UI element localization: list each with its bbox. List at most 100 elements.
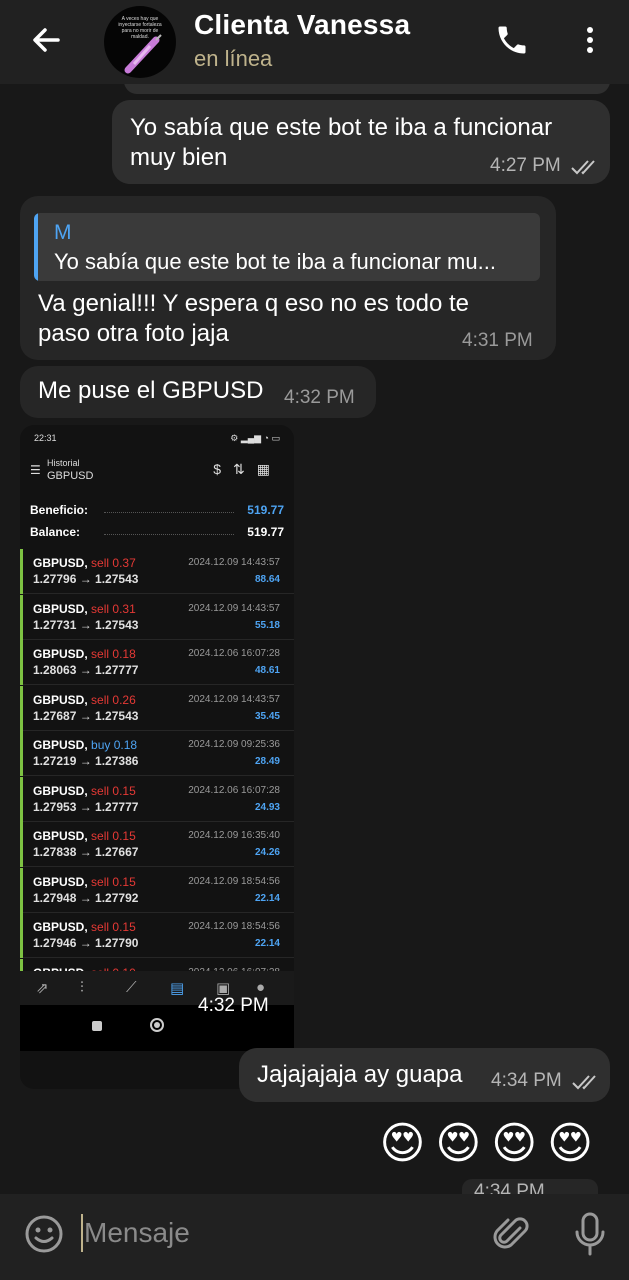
trade-volume: 0.15 [112,783,136,798]
summary-beneficio: Beneficio: 519.77 [30,503,284,521]
reply-quote-author: M [54,221,72,244]
attach-icon[interactable] [492,1214,532,1254]
message-bubble-outgoing[interactable]: Yo sabía que este bot te iba a funcionar… [112,100,610,184]
trade-bar [20,867,23,913]
emoji-message[interactable]: 😍😍😍😍 [380,1118,603,1170]
message-bubble-partial [124,84,610,94]
image-message[interactable]: 22:31 ⚙ ▂▄▆ ◔ ▭ ☰ Historial GBPUSD $⇅▦ B… [20,425,294,1089]
trade-side: sell [91,692,110,707]
trade-list: GBPUSD, sell 0.37 1.27796 → 1.27543 2024.1… [20,549,294,971]
trade-side: buy [91,738,111,752]
trade-volume: 0.18 [113,738,138,752]
trade-prices: 1.27796 → 1.27543 [33,572,139,586]
trade-volume: 0.18 [112,647,136,661]
message-bubble-incoming[interactable]: Me puse el GBPUSD 4:32 PM [20,366,376,418]
chat-area[interactable]: Yo sabía que este bot te iba a funcionar… [0,84,629,1194]
emoji-message-meta: 4:34 PM [462,1179,598,1194]
trade-row: GBPUSD, sell 0.15 1.27946 → 1.27790 2024.1… [20,913,294,958]
trade-bar [20,913,23,958]
trade-bar [20,685,23,731]
text-cursor [81,1214,83,1252]
trade-symbol-text: GBPUSD, [33,738,88,752]
double-check-icon [572,1075,596,1090]
trade-row: GBPUSD, sell 0.102024.12.06 16:07:28 [20,958,294,971]
trade-profit: 35.45 [254,710,280,722]
message-time: 4:27 PM [490,155,561,176]
trade-row: GBPUSD, sell 0.15 1.27838 → 1.27667 2024.1… [20,822,294,867]
trade-volume: 0.15 [112,874,136,889]
chat-header: A veces hay que inyectarse fortaleza par… [0,0,629,84]
summary-value: 519.77 [247,525,284,539]
trade-date: 2024.12.06 16:07:28 [188,784,280,796]
summary-value: 519.77 [247,503,284,517]
trade-row: GBPUSD, sell 0.15 1.27948 → 1.27792 2024.1… [20,867,294,913]
trade-symbol: GBPUSD, buy 0.18 [33,738,137,752]
trade-symbol: GBPUSD, sell 0.26 [33,693,136,707]
message-time: 4:31 PM [462,330,533,351]
trade-date: 2024.12.09 14:43:57 [188,602,280,614]
trade-prices: 1.27948 → 1.27792 [33,890,139,905]
mic-icon[interactable] [572,1210,608,1258]
screenshot-subtitle: GBPUSD [47,470,94,482]
more-vert-icon[interactable] [578,22,602,58]
back-arrow-icon[interactable] [28,22,64,58]
trade-symbol: GBPUSD, sell 0.31 [33,602,136,616]
trade-side: sell [91,647,110,661]
trade-profit: 55.18 [254,619,280,631]
trade-symbol-text: GBPUSD, [33,783,88,798]
screenshot-title: Historial [47,458,80,468]
trade-row: GBPUSD, sell 0.18 1.28063 → 1.27777 2024.1… [20,640,294,685]
trade-symbol-text: GBPUSD, [33,601,88,616]
hamburger-icon: ☰ [30,463,41,477]
message-time: 4:32 PM [284,387,355,408]
contact-name[interactable]: Clienta Vanessa [194,9,410,41]
message-time: 4:32 PM [198,995,269,1016]
syringe-illustration [124,34,162,74]
trade-date: 2024.12.09 18:54:56 [188,875,280,887]
emoji-icon[interactable] [24,1214,64,1254]
online-status: en línea [194,46,273,71]
trade-volume: 0.15 [112,829,136,843]
trade-date: 2024.12.09 18:54:56 [188,921,280,932]
message-input[interactable] [84,1212,464,1254]
trade-volume: 0.37 [112,556,136,570]
trade-bar [20,776,23,822]
trade-profit: 24.26 [254,847,280,858]
trade-profit: 24.93 [254,801,280,813]
screenshot-app-header: ☰ Historial GBPUSD $⇅▦ [20,451,294,487]
double-check-icon [571,160,595,175]
summary-balance: Balance: 519.77 [30,525,284,543]
summary-dots [104,534,234,535]
trade-prices: 1.27838 → 1.27667 [33,845,139,859]
trade-profit: 22.14 [254,938,280,949]
message-bubble-outgoing[interactable]: Jajajajaja ay guapa 4:34 PM [239,1048,610,1102]
reply-quote-bar [34,213,38,281]
trade-symbol: GBPUSD, sell 0.15 [33,784,136,798]
trade-symbol: GBPUSD, sell 0.15 [33,875,136,889]
message-text: Me puse el GBPUSD [38,377,264,404]
message-bubble-incoming[interactable]: M Yo sabía que este bot te iba a funcion… [20,196,556,360]
trade-symbol: GBPUSD, sell 0.18 [33,647,136,661]
trade-row: GBPUSD, sell 0.37 1.27796 → 1.27543 2024.1… [20,549,294,594]
trade-bar [20,594,23,640]
trade-bar [20,958,23,971]
trade-prices: 1.27687 → 1.27543 [33,708,139,723]
trade-side: sell [91,920,110,934]
home-icon [150,1018,164,1032]
avatar[interactable]: A veces hay que inyectarse fortaleza par… [104,6,176,78]
trade-date: 2024.12.09 09:25:36 [188,739,280,750]
trade-volume: 0.31 [112,601,136,616]
trade-symbol: GBPUSD, sell 0.37 [33,556,136,570]
trade-date: 2024.12.09 14:43:57 [188,557,280,568]
trade-symbol-text: GBPUSD, [33,829,88,843]
trade-volume: 0.26 [112,692,136,707]
trade-prices: 1.27946 → 1.27790 [33,936,139,950]
composer-bar [0,1194,629,1280]
trade-bar [20,822,23,867]
reply-quote[interactable]: M Yo sabía que este bot te iba a funcion… [34,213,540,281]
trade-date: 2024.12.06 16:07:28 [188,648,280,659]
trade-prices: 1.27731 → 1.27543 [33,617,139,632]
trade-side: sell [91,874,110,889]
trade-symbol-text: GBPUSD, [33,874,88,889]
phone-icon[interactable] [494,22,530,58]
